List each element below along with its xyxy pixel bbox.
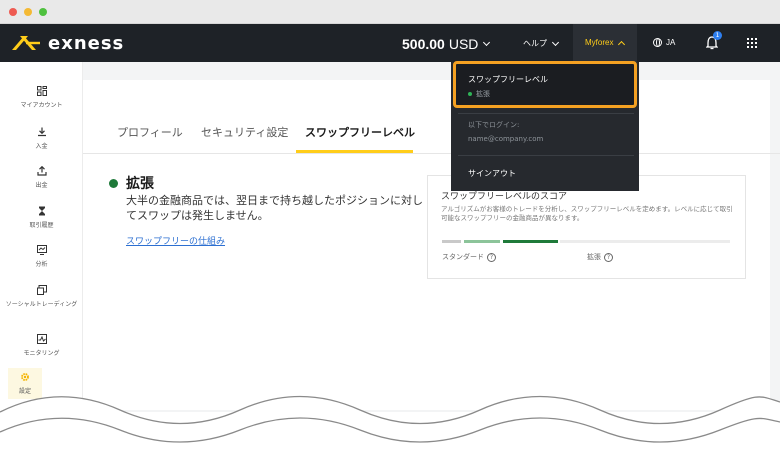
balance-selector[interactable]: 500.00 USD <box>402 36 491 52</box>
brand-name: exness <box>48 32 125 54</box>
standard-label: スタンダード <box>442 253 484 261</box>
analytics-icon <box>36 245 47 255</box>
minimize-window-button[interactable] <box>24 8 32 16</box>
sidebar-item-label: 入金 <box>35 144 48 150</box>
sidebar-item-label: 取引履歴 <box>29 223 54 229</box>
score-description: アルゴリズムがお客様のトレードを分析し、スワップフリーレベルを定めます。レベルに… <box>441 205 733 222</box>
logged-in-as-label: 以下でログイン: <box>468 121 520 129</box>
globe-icon <box>653 38 662 47</box>
help-circle-icon[interactable]: ? <box>604 252 613 262</box>
balance-amount: 500.00 <box>402 36 445 52</box>
chevron-up-icon <box>618 40 626 48</box>
maximize-window-button[interactable] <box>39 8 47 16</box>
close-window-button[interactable] <box>9 8 17 16</box>
dropdown-divider <box>458 113 634 114</box>
account-label: Myforex <box>585 38 614 47</box>
withdraw-icon <box>36 166 47 176</box>
dropdown-status-label: 拡張 <box>476 90 490 98</box>
dashboard-icon <box>36 86 47 96</box>
sidebar-item-label: モニタリング <box>23 351 60 357</box>
sidebar-item-social-trading[interactable]: ソーシャルトレーディング <box>0 285 83 308</box>
sidebar-item-withdraw[interactable]: 出金 <box>0 166 83 189</box>
sidebar-item-label: マイアカウント <box>20 103 63 109</box>
sidebar-item-my-account[interactable]: マイアカウント <box>0 86 83 109</box>
torn-edge-decoration <box>0 395 780 450</box>
notification-badge: 1 <box>713 31 722 40</box>
scale-label-standard: スタンダード ? <box>442 252 496 262</box>
score-bar-track <box>560 240 730 243</box>
monitoring-icon <box>36 334 47 344</box>
window-titlebar <box>0 0 780 24</box>
deposit-icon <box>37 127 46 137</box>
language-selector[interactable]: JA <box>653 38 675 47</box>
help-menu[interactable]: ヘルプ <box>523 38 560 49</box>
tab-profile[interactable]: プロフィール <box>117 124 183 140</box>
sidebar-item-history[interactable]: 取引履歴 <box>0 206 83 229</box>
user-email: name@company.com <box>468 135 544 143</box>
help-circle-icon[interactable]: ? <box>487 252 496 262</box>
gear-icon <box>21 373 29 381</box>
score-bar-segment <box>442 240 461 243</box>
tab-swap-free-level[interactable]: スワップフリーレベル <box>305 124 415 140</box>
sidebar-item-deposit[interactable]: 入金 <box>0 127 83 150</box>
apps-grid-icon[interactable] <box>747 38 757 48</box>
exness-logo-icon <box>12 36 40 50</box>
status-indicator-dot <box>109 179 118 188</box>
dropdown-swap-free-title: スワップフリーレベル <box>468 75 548 84</box>
dropdown-swap-free-status: 拡張 <box>468 89 490 99</box>
swap-free-level-description: 大半の金融商品では、翌日まで持ち越したポジションに対してスワップは発生しません。 <box>126 194 423 222</box>
swap-free-level-title: 拡張 <box>126 176 154 192</box>
sidebar-item-label: 分析 <box>35 262 48 268</box>
hourglass-icon <box>38 206 45 216</box>
balance-currency: USD <box>448 36 479 52</box>
sign-out-button[interactable]: サインアウト <box>468 168 516 179</box>
how-swap-free-works-link[interactable]: スワップフリーの仕組み <box>126 234 225 247</box>
sidebar <box>0 62 83 412</box>
sidebar-item-analytics[interactable]: 分析 <box>0 245 83 268</box>
chevron-down-icon <box>551 38 560 46</box>
brand-logo[interactable]: exness <box>10 32 124 54</box>
social-trading-icon <box>36 285 47 295</box>
status-dot-icon <box>468 92 472 96</box>
help-label: ヘルプ <box>523 39 547 48</box>
sidebar-item-monitoring[interactable]: モニタリング <box>0 334 83 357</box>
language-label: JA <box>666 38 676 47</box>
score-bar-segment <box>503 240 558 243</box>
account-menu[interactable]: Myforex <box>585 38 626 48</box>
sidebar-item-label: ソーシャルトレーディング <box>5 302 78 308</box>
tab-security[interactable]: セキュリティ設定 <box>201 124 288 140</box>
extended-label: 拡張 <box>587 253 601 261</box>
dropdown-divider <box>458 155 634 156</box>
sidebar-item-label: 出金 <box>35 183 48 189</box>
scale-label-extended: 拡張 ? <box>587 252 613 262</box>
score-bar-segment <box>464 240 500 243</box>
tabs-divider <box>83 153 780 154</box>
app-window: exness 500.00 USD ヘルプ Myforex JA 1 マイアカウ… <box>0 0 780 450</box>
chevron-down-icon <box>483 38 491 47</box>
